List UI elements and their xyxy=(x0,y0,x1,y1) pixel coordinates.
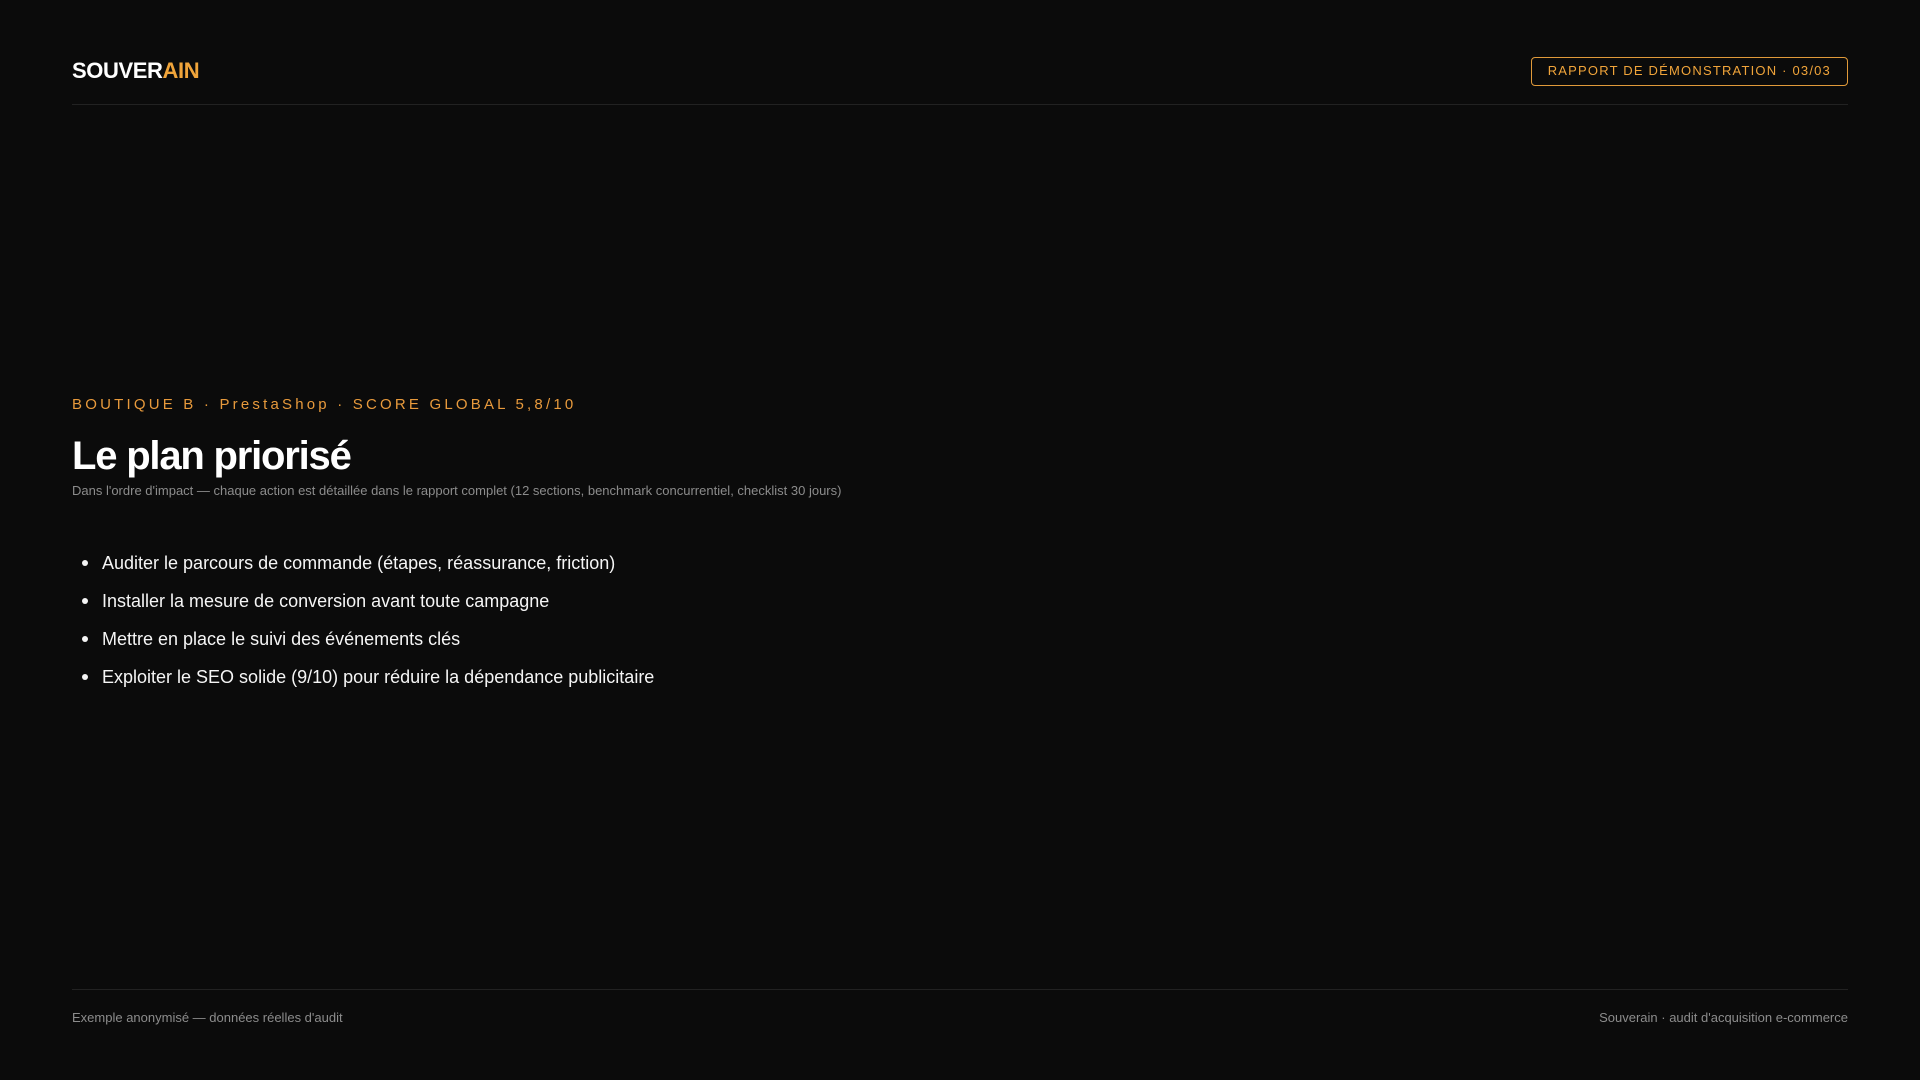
logo-accent-text: AIN xyxy=(162,58,200,83)
shop-score-eyebrow: BOUTIQUE B · PrestaShop · SCORE GLOBAL 5… xyxy=(72,396,577,413)
page-subtitle: Dans l'ordre d'impact — chaque action es… xyxy=(72,483,842,498)
list-item: Installer la mesure de conversion avant … xyxy=(72,586,654,624)
page-title: Le plan priorisé xyxy=(72,434,352,478)
list-item-text: Mettre en place le suivi des événements … xyxy=(102,629,461,649)
logo: SOUVERAIN xyxy=(72,58,200,84)
bullet-icon xyxy=(82,636,88,642)
bullet-icon xyxy=(82,598,88,604)
header: SOUVERAIN RAPPORT DE DÉMONSTRATION · 03/… xyxy=(72,0,1848,105)
list-item-text: Exploiter le SEO solide (9/10) pour rédu… xyxy=(102,667,655,687)
logo-primary-text: SOUVER xyxy=(72,58,163,83)
bullet-icon xyxy=(82,560,88,566)
action-list: Auditer le parcours de commande (étapes,… xyxy=(72,548,654,700)
report-slide: SOUVERAIN RAPPORT DE DÉMONSTRATION · 03/… xyxy=(0,0,1920,1080)
footer: Exemple anonymisé — données réelles d'au… xyxy=(72,989,1848,1049)
list-item: Auditer le parcours de commande (étapes,… xyxy=(72,548,654,586)
footer-brand-tagline: Souverain · audit d'acquisition e-commer… xyxy=(1599,1010,1848,1025)
bullet-icon xyxy=(82,674,88,680)
list-item: Mettre en place le suivi des événements … xyxy=(72,624,654,662)
list-item-text: Installer la mesure de conversion avant … xyxy=(102,591,550,611)
list-item: Exploiter le SEO solide (9/10) pour rédu… xyxy=(72,662,654,700)
footer-disclaimer: Exemple anonymisé — données réelles d'au… xyxy=(72,1010,343,1025)
report-page-badge: RAPPORT DE DÉMONSTRATION · 03/03 xyxy=(1530,57,1848,86)
list-item-text: Auditer le parcours de commande (étapes,… xyxy=(102,553,616,573)
